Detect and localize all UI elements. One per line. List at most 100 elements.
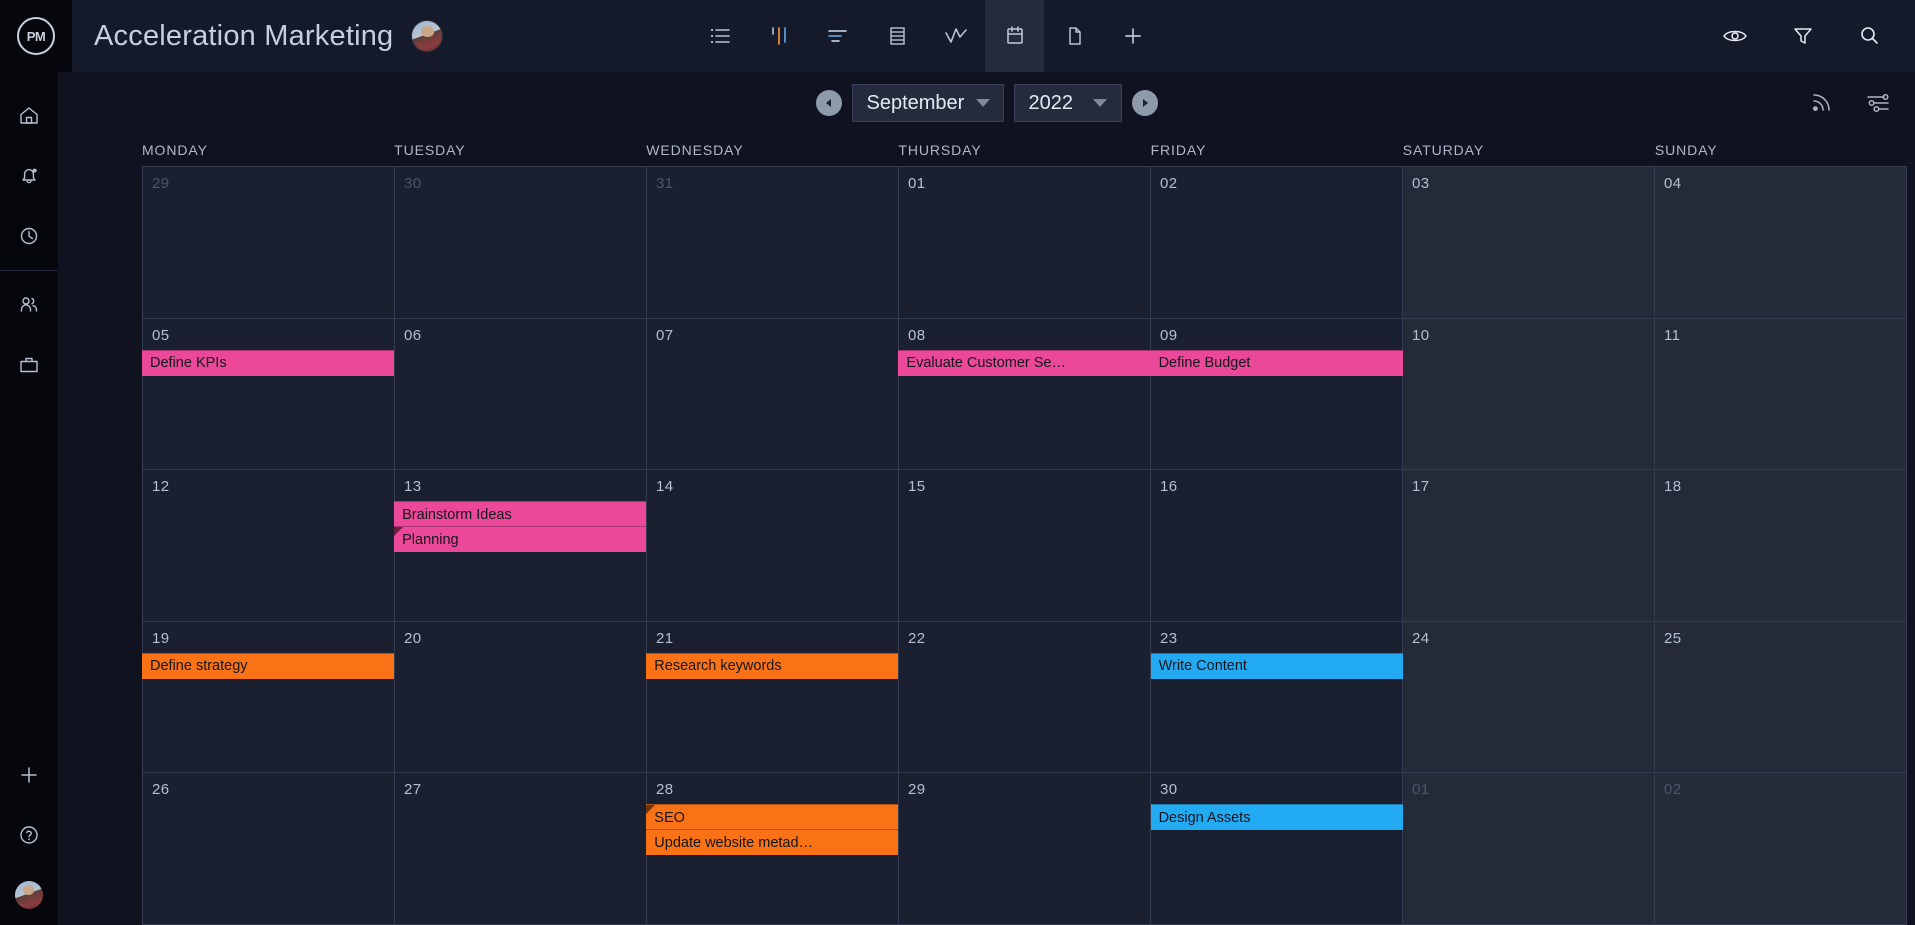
calendar-day-cell[interactable]: 23: [1151, 621, 1403, 773]
calendar-day-cell[interactable]: 26: [142, 773, 395, 924]
app-logo[interactable]: PM: [0, 0, 72, 72]
month-value: September: [866, 91, 965, 114]
calendar-event-chip[interactable]: Update website metad…: [646, 829, 899, 856]
calendar-toolbar-actions: [1809, 72, 1891, 134]
tab-add-view[interactable]: [1103, 0, 1162, 72]
day-number: 01: [908, 175, 926, 192]
calendar-day-cell[interactable]: 27: [395, 773, 647, 924]
calendar-event-chip[interactable]: Brainstorm Ideas: [394, 501, 647, 528]
calendar-day-cell[interactable]: 06: [395, 318, 647, 470]
tab-activity[interactable]: [926, 0, 985, 72]
calendar-day-cell[interactable]: 02: [1655, 773, 1907, 924]
day-number: 23: [1160, 629, 1178, 647]
calendar-day-cell[interactable]: 14: [647, 470, 899, 621]
weekday-header: WEDNESDAY: [646, 142, 744, 158]
day-number: 02: [1160, 175, 1178, 192]
calendar-day-cell[interactable]: 22: [899, 621, 1151, 773]
visibility-button[interactable]: [1721, 25, 1749, 47]
calendar-week-row: 19 20 21 22 23 24 25 Define strategy Research ke…: [142, 621, 1907, 774]
calendar-day-cell[interactable]: 30: [1151, 773, 1403, 924]
chevron-down-icon: [1092, 99, 1107, 107]
calendar-event-chip[interactable]: Define strategy: [142, 652, 395, 679]
day-number: 12: [152, 478, 170, 496]
calendar-day-cell[interactable]: 29: [899, 773, 1151, 924]
calendar-day-cell[interactable]: 19: [142, 621, 395, 773]
tab-documents[interactable]: [1044, 0, 1103, 72]
calendar-day-cell[interactable]: 05: [142, 318, 395, 470]
calendar-day-cell[interactable]: 03: [1403, 167, 1655, 318]
avatar: [15, 881, 43, 909]
calendar-day-cell[interactable]: 04: [1655, 167, 1907, 318]
sidebar-item-account[interactable]: [0, 865, 58, 925]
calendar-day-cell[interactable]: 01: [1403, 773, 1655, 924]
calendar-day-cell[interactable]: 07: [647, 318, 899, 470]
day-number: 17: [1412, 478, 1430, 496]
calendar-week-row: 12 13 14 15 16 17 18 Brainstorm Ideas Planning: [142, 470, 1907, 622]
search-button[interactable]: [1857, 25, 1881, 47]
day-number: 22: [908, 629, 926, 647]
month-select[interactable]: September: [851, 84, 1004, 122]
calendar-day-cell[interactable]: 29: [142, 167, 395, 318]
calendar-event-chip[interactable]: Define KPIs: [142, 349, 395, 376]
tab-table[interactable]: [867, 0, 926, 72]
tab-gantt[interactable]: [808, 0, 867, 72]
calendar-day-cell[interactable]: 15: [899, 470, 1151, 621]
calendar-event-chip[interactable]: Write Content: [1150, 652, 1403, 679]
calendar-day-cell[interactable]: 18: [1655, 470, 1907, 621]
project-owner-avatar[interactable]: [411, 20, 444, 52]
day-number: 01: [1412, 781, 1430, 799]
tab-board[interactable]: [749, 0, 808, 72]
calendar-event-chip[interactable]: Design Assets: [1150, 804, 1403, 831]
settings-button[interactable]: [1865, 91, 1891, 115]
sidebar-item-timesheets[interactable]: [0, 206, 58, 266]
calendar-event-chip[interactable]: Evaluate Customer Se…: [898, 349, 1151, 376]
calendar-day-cell[interactable]: 21: [647, 621, 899, 773]
weekday-header: SUNDAY: [1654, 142, 1718, 158]
calendar-day-cell[interactable]: 31: [647, 167, 899, 318]
calendar-day-cell[interactable]: 16: [1151, 470, 1403, 621]
day-number: 29: [908, 781, 926, 799]
sidebar-item-help[interactable]: [0, 805, 58, 865]
day-number: 26: [152, 781, 170, 799]
broadcast-button[interactable]: [1809, 91, 1835, 115]
year-value: 2022: [1028, 91, 1074, 114]
calendar-day-cell[interactable]: 12: [142, 470, 395, 621]
prev-month-button[interactable]: [815, 90, 842, 116]
calendar-day-cell[interactable]: 17: [1403, 470, 1655, 621]
calendar-day-cell[interactable]: 24: [1403, 621, 1655, 773]
calendar-day-cell[interactable]: 30: [395, 167, 647, 318]
sidebar-item-notifications[interactable]: [0, 146, 58, 206]
sidebar-item-projects[interactable]: [0, 335, 58, 395]
sidebar-item-add[interactable]: [0, 745, 58, 805]
logo-mark: PM: [17, 17, 55, 55]
tab-list[interactable]: [690, 0, 749, 72]
calendar-day-cell[interactable]: 20: [395, 621, 647, 773]
calendar-week-row: 26 27 28 29 30 01 02 SEO Update website metad… De…: [142, 773, 1907, 925]
top-bar: PM Acceleration Marketing: [0, 0, 1915, 72]
tab-calendar[interactable]: [985, 0, 1044, 72]
calendar-day-cell[interactable]: 02: [1151, 167, 1403, 318]
calendar-event-chip[interactable]: Research keywords: [646, 652, 899, 679]
header-actions: [1721, 0, 1897, 72]
sidebar-item-home[interactable]: [0, 86, 58, 146]
calendar-day-cell[interactable]: 10: [1403, 318, 1655, 470]
day-number: 09: [1160, 326, 1178, 344]
calendar-event-chip[interactable]: SEO: [646, 804, 899, 831]
page-title: Acceleration Marketing: [94, 19, 394, 52]
next-month-button[interactable]: [1131, 90, 1158, 116]
calendar-day-cell[interactable]: 01: [899, 167, 1151, 318]
calendar-day-cell[interactable]: 25: [1655, 621, 1907, 773]
calendar-day-cell[interactable]: 08: [899, 318, 1151, 470]
calendar-toolbar: September 2022: [58, 72, 1915, 134]
sidebar-item-people[interactable]: [0, 275, 58, 335]
day-number: 13: [404, 478, 422, 496]
calendar-event-chip[interactable]: Define Budget: [1150, 349, 1403, 376]
day-number: 04: [1664, 175, 1682, 192]
calendar-event-chip[interactable]: Planning: [394, 526, 647, 553]
year-select[interactable]: 2022: [1013, 84, 1122, 122]
calendar-day-cell[interactable]: 09: [1151, 318, 1403, 470]
day-number: 19: [152, 629, 170, 647]
calendar-day-cell[interactable]: 11: [1655, 318, 1907, 470]
filter-button[interactable]: [1791, 25, 1815, 47]
day-number: 28: [656, 781, 674, 799]
